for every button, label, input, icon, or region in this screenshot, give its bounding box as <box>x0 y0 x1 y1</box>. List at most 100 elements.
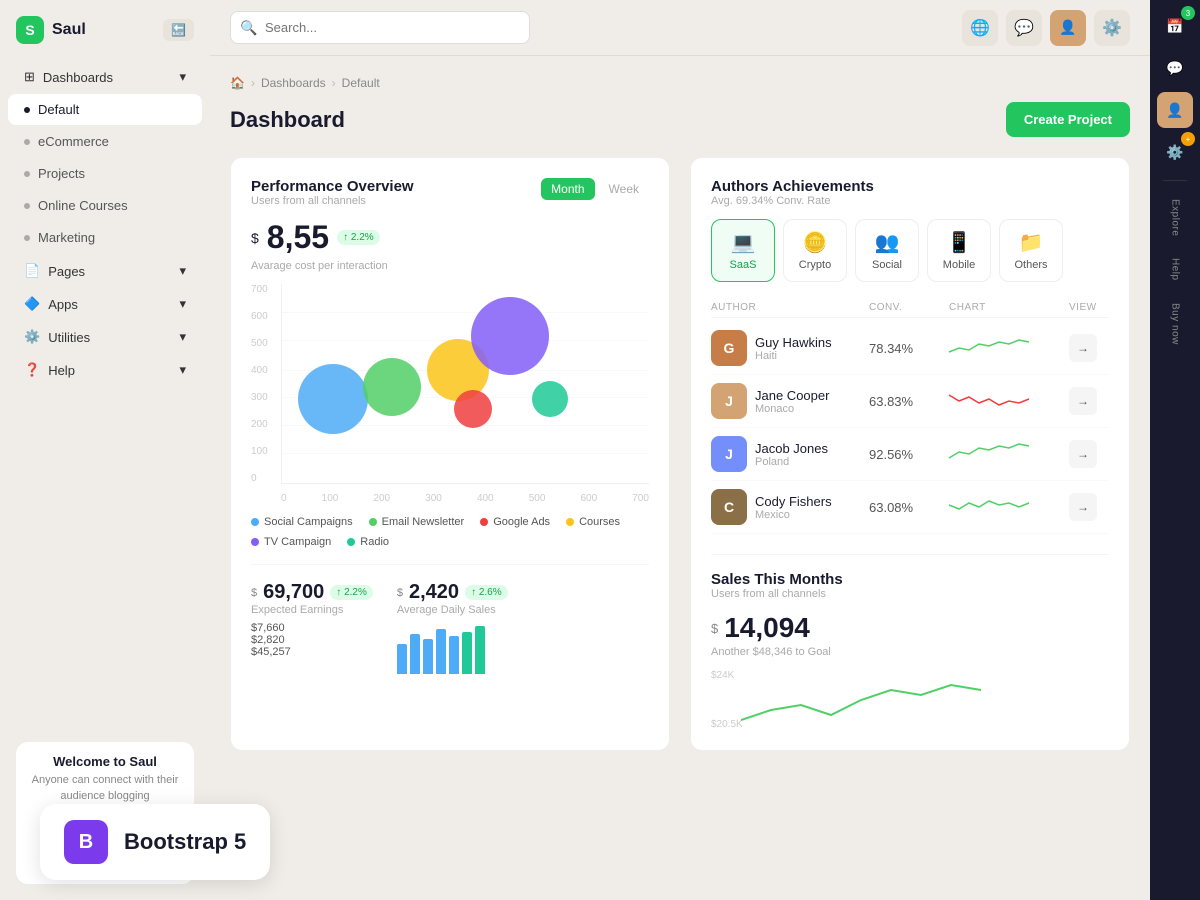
earnings-value-row: $ 69,700 ↑ 2.2% <box>251 581 373 604</box>
sidebar-item-pages[interactable]: 📄 Pages ▾ <box>8 255 202 287</box>
table-header: AUTHOR CONV. CHART VIEW <box>711 298 1109 318</box>
bar-2 <box>410 634 420 674</box>
grid-button[interactable]: ⚙️ <box>1094 10 1130 46</box>
author-name-2: Jane Cooper <box>755 388 829 403</box>
bar-3 <box>423 639 433 674</box>
tab-month[interactable]: Month <box>541 178 594 200</box>
cat-tab-social[interactable]: 👥 Social <box>855 219 919 282</box>
cat-tab-saas[interactable]: 💻 SaaS <box>711 219 775 282</box>
saas-icon: 💻 <box>731 230 756 255</box>
chart-4 <box>949 493 1069 522</box>
author-info-4: C Cody Fishers Mexico <box>711 489 869 525</box>
dot-icon <box>24 171 30 177</box>
sidebar-item-dashboards[interactable]: ⊞ Dashboards ▾ <box>8 61 202 93</box>
avatar-jacob: J <box>711 436 747 472</box>
sidebar: S Saul 🔙 ⊞ Dashboards ▾ Default eCommerc… <box>0 0 210 900</box>
nav-group-dashboards: ⊞ Dashboards ▾ Default eCommerce Project… <box>0 61 210 253</box>
notifications-button[interactable]: 🌐 <box>962 10 998 46</box>
x-axis: 0100200300400500600700 <box>281 493 649 504</box>
dot-icon <box>24 107 30 113</box>
chevron-down-icon: ▾ <box>179 263 186 279</box>
sidebar-item-help[interactable]: ❓ Help ▾ <box>8 354 202 386</box>
author-name-4: Cody Fishers <box>755 494 832 509</box>
view-btn-1[interactable]: → <box>1069 334 1097 362</box>
sidebar-item-marketing[interactable]: Marketing <box>8 222 202 253</box>
home-icon[interactable]: 🏠 <box>230 76 245 90</box>
sidebar-item-projects[interactable]: Projects <box>8 158 202 189</box>
bootstrap-icon: B <box>64 820 108 864</box>
settings-button[interactable]: ⚙️ + <box>1157 134 1193 170</box>
sidebar-item-ecommerce[interactable]: eCommerce <box>8 126 202 157</box>
col-chart: CHART <box>949 302 1069 313</box>
nav-default-label: Default <box>38 102 79 117</box>
bar-7 <box>475 626 485 674</box>
nav-marketing-label: Marketing <box>38 230 95 245</box>
metric-badge: ↑ 2.2% <box>337 230 380 245</box>
sparkline-3 <box>949 440 1029 464</box>
app-name: Saul <box>52 21 86 39</box>
sidebar-item-online-courses[interactable]: Online Courses <box>8 190 202 221</box>
help-icon: ❓ <box>24 362 40 378</box>
view-btn-4[interactable]: → <box>1069 493 1097 521</box>
author-info-1: G Guy Hawkins Haiti <box>711 330 869 366</box>
bubble-radio <box>532 381 568 417</box>
help-action[interactable]: Help <box>1166 250 1185 289</box>
messages-button[interactable]: 💬 <box>1006 10 1042 46</box>
bar-6 <box>462 632 472 674</box>
legend-dot-social <box>251 518 259 526</box>
metric-label: Avarage cost per interaction <box>251 260 649 272</box>
authors-table: AUTHOR CONV. CHART VIEW G Guy Hawkins <box>711 298 1109 534</box>
avatar[interactable]: 👤 <box>1050 10 1086 46</box>
bootstrap-text: Bootstrap 5 <box>124 829 246 855</box>
sidebar-item-default[interactable]: Default <box>8 94 202 125</box>
bubble-social <box>298 364 368 434</box>
tab-week[interactable]: Week <box>599 178 649 200</box>
page-title: Dashboard <box>230 107 345 133</box>
sidebar-item-apps[interactable]: 🔷 Apps ▾ <box>8 288 202 320</box>
bubble-chart: 7006005004003002001000 <box>251 284 649 504</box>
view-btn-3[interactable]: → <box>1069 440 1097 468</box>
view-btn-2[interactable]: → <box>1069 387 1097 415</box>
y-label-205k: $20.5K <box>711 719 743 730</box>
bar-1 <box>397 644 407 674</box>
dashboard-grid: Performance Overview Users from all chan… <box>230 157 1130 751</box>
earnings-badge: ↑ 2.2% <box>330 585 373 600</box>
chat-button[interactable]: 💬 <box>1157 50 1193 86</box>
sidebar-item-utilities[interactable]: ⚙️ Utilities ▾ <box>8 321 202 353</box>
topbar-right: 🌐 💬 👤 ⚙️ <box>962 10 1130 46</box>
legend-dot-google <box>480 518 488 526</box>
bar-chart <box>397 624 508 674</box>
bootstrap-watermark: B Bootstrap 5 <box>40 804 270 880</box>
legend-email-label: Email Newsletter <box>382 516 465 528</box>
cat-tab-mobile[interactable]: 📱 Mobile <box>927 219 991 282</box>
authors-subtitle: Avg. 69.34% Conv. Rate <box>711 195 1109 207</box>
search-input[interactable] <box>230 11 530 44</box>
user-avatar[interactable]: 👤 <box>1157 92 1193 128</box>
back-button[interactable]: 🔙 <box>163 19 194 41</box>
cat-tab-others[interactable]: 📁 Others <box>999 219 1063 282</box>
explore-action[interactable]: Explore <box>1166 191 1185 244</box>
avatar-guy: G <box>711 330 747 366</box>
cat-tab-crypto[interactable]: 🪙 Crypto <box>783 219 847 282</box>
tab-group: Month Week <box>541 178 649 200</box>
chart-area <box>281 284 649 484</box>
author-details-3: Jacob Jones Poland <box>755 441 828 468</box>
conv-rate-1: 78.34% <box>869 341 949 356</box>
create-project-button[interactable]: Create Project <box>1006 102 1130 137</box>
breadcrumb-dashboards[interactable]: Dashboards <box>261 76 326 90</box>
sparkline-4 <box>949 493 1029 517</box>
chart-2 <box>949 387 1069 416</box>
bubble-tv <box>471 297 549 375</box>
dot-icon <box>24 139 30 145</box>
legend-dot-radio <box>347 538 355 546</box>
legend-tv: TV Campaign <box>251 536 331 548</box>
mobile-label: Mobile <box>943 259 975 271</box>
legend-dot-tv <box>251 538 259 546</box>
bottom-stats: $ 69,700 ↑ 2.2% Expected Earnings $7,660… <box>251 564 649 674</box>
sales-value: 2,420 <box>409 581 459 604</box>
sales-label: Average Daily Sales <box>397 604 508 616</box>
content-inner: 🏠 › Dashboards › Default Dashboard Creat… <box>210 56 1150 900</box>
buy-action[interactable]: Buy now <box>1166 295 1185 353</box>
col-author: AUTHOR <box>711 302 869 313</box>
others-icon: 📁 <box>1019 230 1044 255</box>
